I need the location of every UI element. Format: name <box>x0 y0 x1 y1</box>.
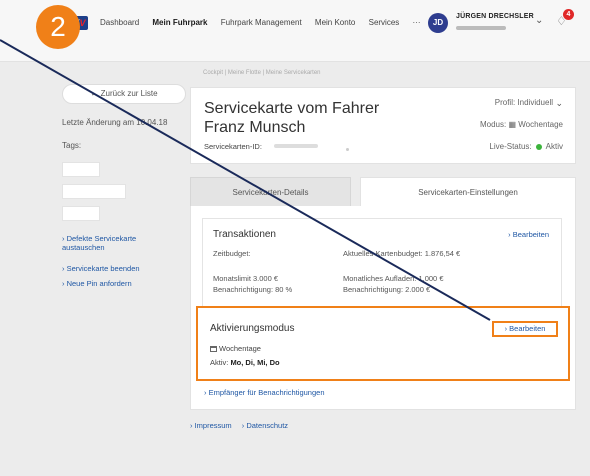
mode-text: Modus: ▦ Wochentage <box>479 120 563 129</box>
replace-defective-card-link[interactable]: › Defekte Servicekarte austauschen <box>62 234 172 252</box>
tab-details[interactable]: Servicekarten-Details <box>190 177 351 207</box>
zeitbudget-label: Zeitbudget: <box>213 249 251 258</box>
footer: › Impressum › Datenschutz <box>190 421 296 430</box>
aktivierungsmodus-section: Aktivierungsmodus › Bearbeiten Wochentag… <box>196 306 570 381</box>
card-id-label: Servicekarten-ID: <box>204 142 262 151</box>
avatar[interactable]: JD <box>428 13 448 33</box>
calendar-icon <box>210 346 217 353</box>
activation-mode: Wochentage <box>210 344 261 353</box>
tag-chip[interactable] <box>62 206 100 221</box>
transaktionen-section: Transaktionen › Bearbeiten Zeitbudget: A… <box>202 218 562 308</box>
nav-mein-konto[interactable]: Mein Konto <box>315 18 355 27</box>
edit-transaktionen-link[interactable]: › Bearbeiten <box>508 230 549 239</box>
user-subtitle-masked <box>456 26 506 30</box>
tags-label: Tags: <box>62 141 82 150</box>
breadcrumb[interactable]: Cockpit | Meine Flotte | Meine Serviceka… <box>203 70 321 76</box>
separator-dot <box>346 148 349 151</box>
card-header: Servicekarte vom Fahrer Franz Munsch Ser… <box>190 87 576 164</box>
last-change-text: Letzte Änderung am 10.04.18 <box>62 118 168 127</box>
request-new-pin-link[interactable]: › Neue Pin anfordern <box>62 279 132 288</box>
nav-services[interactable]: Services <box>369 18 400 27</box>
nav-more[interactable]: ··· <box>413 18 421 27</box>
datenschutz-link[interactable]: › Datenschutz <box>242 421 288 430</box>
tag-chip[interactable] <box>62 162 100 177</box>
notification-amount: Benachrichtigung: 2.000 € <box>343 285 431 294</box>
monatslimit: Monatslimit 3.000 € <box>213 274 279 283</box>
user-menu-chevron-icon[interactable]: ⌄ <box>535 15 543 26</box>
card-id-masked <box>274 144 318 148</box>
current-budget: Aktuelles Kartenbudget: 1.876,54 € <box>343 249 461 258</box>
live-status: Live-Status: Aktiv <box>489 142 563 151</box>
monthly-topup: Monatliches Aufladen: 1.000 € <box>343 274 444 283</box>
impressum-link[interactable]: › Impressum <box>190 421 232 430</box>
notification-percent: Benachrichtigung: 80 % <box>213 285 293 294</box>
nav-mein-fuhrpark[interactable]: Mein Fuhrpark <box>152 18 207 27</box>
step-number-badge: 2 <box>36 5 80 49</box>
top-bar: DKV Dashboard Mein Fuhrpark Fuhrpark Man… <box>0 0 590 62</box>
main-nav: Dashboard Mein Fuhrpark Fuhrpark Managem… <box>100 18 432 27</box>
nav-dashboard[interactable]: Dashboard <box>100 18 139 27</box>
section-title: Transaktionen <box>213 229 276 240</box>
tab-settings[interactable]: Servicekarten-Einstellungen <box>360 177 576 207</box>
tag-chip[interactable] <box>62 184 126 199</box>
status-dot-icon <box>535 143 542 150</box>
page-title: Servicekarte vom Fahrer Franz Munsch <box>204 100 380 136</box>
active-days: Aktiv: Mo, Di, Mi, Do <box>210 358 280 367</box>
profile-select[interactable]: Profil: Individuell <box>495 98 553 107</box>
back-to-list-button[interactable]: ← Zurück zur Liste <box>62 84 186 104</box>
section-title: Aktivierungsmodus <box>210 323 295 334</box>
user-name[interactable]: JÜRGEN DRECHSLER <box>456 13 534 20</box>
profile-chevron-icon[interactable]: ⌄ <box>555 98 563 109</box>
edit-aktivierungsmodus-button[interactable]: › Bearbeiten <box>492 321 558 337</box>
notification-recipients-link[interactable]: › Empfänger für Benachrichtigungen <box>204 388 325 397</box>
notification-badge: 4 <box>563 9 574 20</box>
nav-fuhrpark-management[interactable]: Fuhrpark Management <box>221 18 302 27</box>
end-card-link[interactable]: › Servicekarte beenden <box>62 264 140 273</box>
